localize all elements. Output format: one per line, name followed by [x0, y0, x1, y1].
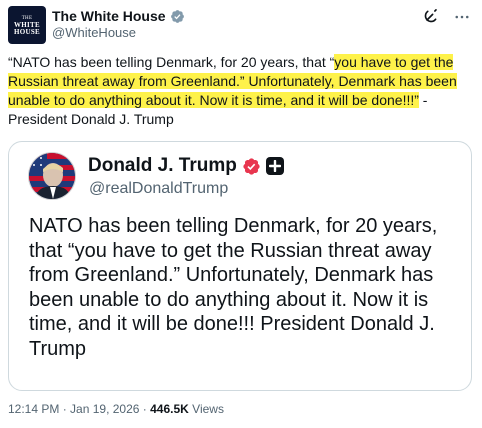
- post-meta: 12:14 PM · Jan 19, 2026 · 446.5K Views: [8, 402, 224, 416]
- quoted-post-card[interactable]: Donald J. Trump @realDonaldTrump NATO ha…: [8, 141, 472, 391]
- verified-red-icon: [243, 157, 260, 175]
- author-name-row: The White House: [52, 8, 185, 24]
- plus-icon: [265, 157, 284, 175]
- post: THE WHITE HOUSE The White House @WhiteHo…: [0, 0, 482, 428]
- quoted-author-handle[interactable]: @realDonaldTrump: [89, 180, 228, 198]
- post-date[interactable]: Jan 19, 2026: [70, 402, 139, 416]
- trump-avatar[interactable]: [28, 152, 76, 200]
- meta-separator: ·: [59, 402, 71, 416]
- meta-separator: ·: [139, 402, 151, 416]
- quoted-author-name-row: Donald J. Trump: [88, 155, 284, 177]
- post-time[interactable]: 12:14 PM: [8, 402, 59, 416]
- white-house-avatar[interactable]: THE WHITE HOUSE: [8, 6, 46, 44]
- quoted-post-text: NATO has been telling Denmark, for 20 ye…: [29, 215, 438, 360]
- author-display-name[interactable]: The White House: [52, 8, 166, 24]
- views-label: Views: [188, 402, 224, 416]
- post-actions: [420, 7, 472, 27]
- avatar-text-line: HOUSE: [13, 27, 40, 36]
- quoted-author-display-name[interactable]: Donald J. Trump: [88, 155, 237, 177]
- grok-icon[interactable]: [420, 7, 440, 27]
- author-handle[interactable]: @WhiteHouse: [52, 25, 136, 40]
- views-count: 446.5K: [150, 402, 189, 416]
- verified-gray-icon: [170, 9, 184, 23]
- post-text-plain: “NATO has been telling Denmark, for 20 y…: [8, 54, 335, 70]
- post-text: “NATO has been telling Denmark, for 20 y…: [8, 53, 474, 129]
- more-icon[interactable]: [452, 7, 472, 27]
